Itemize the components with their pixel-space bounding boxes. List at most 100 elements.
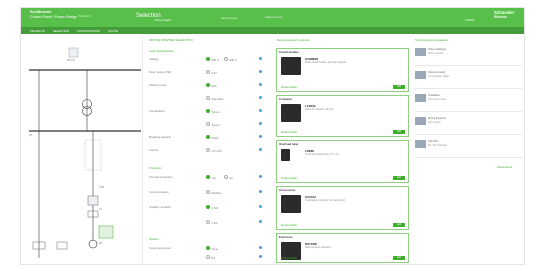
- single-line-diagram: MCCB Q1 KM1 F1 M1: [21, 36, 143, 264]
- info-icon[interactable]: [259, 255, 262, 258]
- add-product-button[interactable]: Add: [393, 256, 405, 260]
- form-row-label: Surge suppressor: [149, 246, 172, 250]
- project-select[interactable]: Select project: [221, 17, 238, 20]
- info-icon[interactable]: [259, 96, 262, 99]
- form-radio-option[interactable]: 50 kA: [206, 135, 218, 140]
- product-details-link[interactable]: Product details: [281, 177, 297, 180]
- form-radio-option[interactable]: 400 V: [206, 57, 218, 62]
- form-radio-option-2[interactable]: No: [224, 175, 233, 180]
- divider: [415, 65, 522, 66]
- form-radio-option[interactable]: Star-delta: [206, 96, 223, 101]
- info-icon[interactable]: [259, 246, 262, 249]
- brand-subtitle: Control Panel / Power Design: [30, 15, 78, 19]
- add-product-button[interactable]: Add: [393, 85, 405, 89]
- download-all-link[interactable]: Download all: [497, 166, 512, 169]
- doc-item[interactable]: Selection guide Coordination tables: [415, 71, 522, 82]
- info-icon[interactable]: [259, 175, 262, 178]
- contactor-symbol[interactable]: [87, 195, 99, 206]
- nav-configuration[interactable]: CONFIGURATION: [77, 29, 100, 33]
- app-window: EcoStruxure Control Panel / Power Design…: [20, 7, 525, 265]
- add-button-label: Add: [396, 130, 402, 133]
- product-image[interactable]: [281, 149, 290, 161]
- info-icon[interactable]: [259, 70, 262, 73]
- doc-subtitle: Motor starters: [428, 51, 444, 55]
- form-radio-option[interactable]: 1 NO: [206, 205, 218, 210]
- info-icon[interactable]: [259, 148, 262, 151]
- load-box-2[interactable]: [56, 241, 68, 250]
- doc-title[interactable]: TeSys catalogue: [428, 48, 446, 51]
- doc-title[interactable]: Selection guide: [428, 71, 445, 74]
- form-row: Coordination Type 1: [149, 109, 271, 115]
- highlight-box[interactable]: [98, 225, 114, 239]
- doc-item[interactable]: Installation Instruction sheet: [415, 94, 522, 105]
- form-row-label: Control: [149, 148, 159, 152]
- form-row: Star-delta: [149, 96, 271, 102]
- product-details-link[interactable]: Product details: [281, 257, 297, 260]
- doc-item[interactable]: TeSys catalogue Motor starters: [415, 48, 522, 59]
- product-card[interactable]: Enclosure NSYCRN Wall mounting enclosure Pr…: [276, 233, 409, 263]
- divider: [415, 111, 522, 112]
- doc-subtitle: DOL starter: [428, 120, 441, 124]
- form-row: Motor power (kW) 0.37: [149, 70, 271, 76]
- motor-symbol[interactable]: [88, 239, 98, 249]
- product-image[interactable]: [281, 57, 301, 75]
- product-details-link[interactable]: Product details: [281, 224, 297, 227]
- doc-title[interactable]: CAD files: [428, 140, 438, 143]
- divider: [415, 88, 522, 89]
- form-radio-option[interactable]: Modbus: [206, 190, 221, 195]
- device-label: MCCB: [67, 59, 75, 62]
- form-radio-option[interactable]: Type 1: [206, 109, 219, 114]
- info-icon[interactable]: [259, 57, 262, 60]
- info-icon[interactable]: [259, 190, 262, 193]
- form-row-label: Voltage: [149, 57, 159, 61]
- product-image[interactable]: [281, 195, 301, 213]
- doc-subtitle: Coordination tables: [428, 74, 450, 78]
- form-radio-option[interactable]: DOL: [206, 83, 217, 88]
- form-section-load: Load characteristics: [149, 49, 174, 53]
- country-select[interactable]: Select country: [265, 16, 283, 19]
- product-details-link[interactable]: Product details: [281, 131, 297, 134]
- form-radio-option[interactable]: 1 NC: [206, 220, 217, 225]
- product-details-link[interactable]: Product details: [281, 86, 297, 89]
- info-icon[interactable]: [259, 122, 262, 125]
- product-card[interactable]: Overload relay LRD08 Thermal overload rela…: [276, 140, 409, 183]
- doc-thumbnail: [415, 117, 426, 125]
- info-icon[interactable]: [259, 83, 262, 86]
- doc-item[interactable]: Wiring diagrams DOL starter: [415, 117, 522, 128]
- nav-projects[interactable]: PROJECTS: [30, 29, 45, 33]
- form-radio-option[interactable]: 24 V DC: [206, 148, 222, 153]
- product-description: Combination block for GV2 and LC1D: [305, 199, 345, 202]
- info-icon[interactable]: [259, 205, 262, 208]
- info-icon[interactable]: [259, 220, 262, 223]
- form-radio-option-2[interactable]: 690 V: [224, 57, 236, 62]
- add-product-button[interactable]: Add: [393, 223, 405, 227]
- page-subtitle: of the project: [154, 18, 172, 22]
- nav-quote[interactable]: QUOTE: [108, 29, 118, 33]
- product-card[interactable]: Circuit breaker GV2ME08 Motor circuit brea…: [276, 48, 409, 92]
- add-product-button[interactable]: Add: [393, 130, 405, 134]
- form-radio-option[interactable]: RC: [206, 255, 215, 260]
- product-card[interactable]: Accessories GV2AF3 Combination block for G…: [276, 186, 409, 230]
- login-link[interactable]: LOGIN: [465, 19, 474, 22]
- form-radio-option[interactable]: Type 2: [206, 122, 219, 127]
- form-radio-option[interactable]: Yes: [206, 175, 216, 180]
- info-icon[interactable]: [259, 135, 262, 138]
- doc-title[interactable]: Installation: [428, 94, 440, 97]
- form-row: Auxiliary contacts 1 NO: [149, 205, 271, 211]
- doc-thumbnail: [415, 48, 426, 56]
- form-radio-option[interactable]: None: [206, 246, 218, 251]
- doc-item[interactable]: CAD files 2D / 3D drawings: [415, 140, 522, 151]
- form-row: Thermal protection Yes No: [149, 175, 271, 181]
- product-image[interactable]: [281, 104, 301, 122]
- divider: [415, 157, 522, 158]
- form-row-label: Breaking capacity: [149, 135, 172, 139]
- product-list: Recommended products Circuit breaker GV2M…: [274, 36, 411, 264]
- product-card[interactable]: Contactor LC1D09 TeSys D contactor, 3P, 9 …: [276, 95, 409, 137]
- info-icon[interactable]: [259, 109, 262, 112]
- device-box[interactable]: [68, 47, 79, 58]
- doc-title[interactable]: Wiring diagrams: [428, 117, 446, 120]
- add-product-button[interactable]: Add: [393, 176, 405, 180]
- nav-selection[interactable]: SELECTION: [53, 29, 69, 33]
- form-radio-option[interactable]: 0.37: [206, 70, 216, 75]
- form-row-label: Auxiliary contacts: [149, 205, 171, 209]
